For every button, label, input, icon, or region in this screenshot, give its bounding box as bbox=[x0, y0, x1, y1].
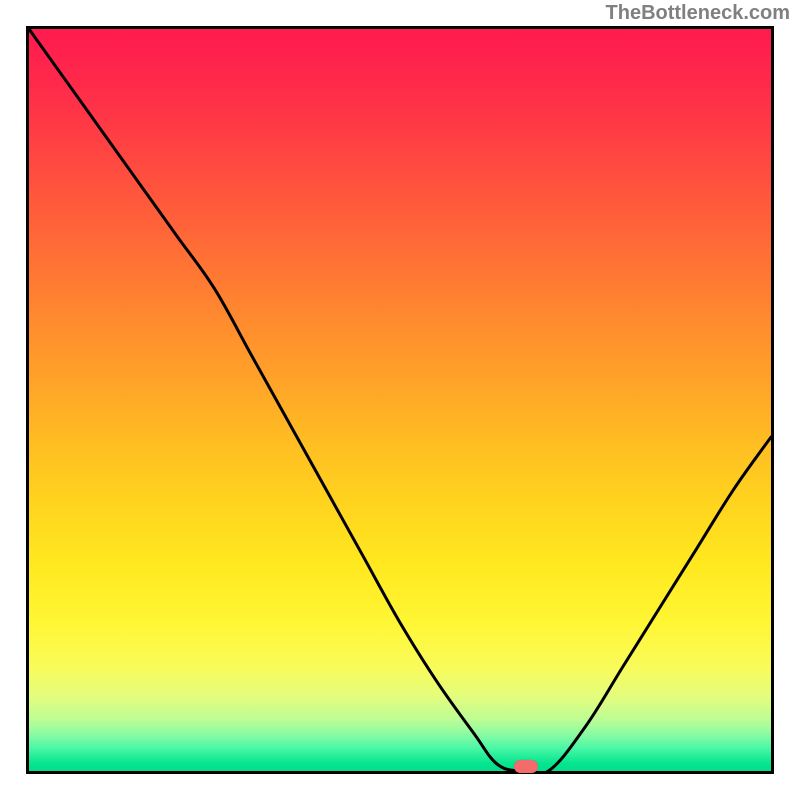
watermark-text: TheBottleneck.com bbox=[606, 2, 790, 25]
chart-container: TheBottleneck.com bbox=[0, 0, 800, 800]
plot-frame bbox=[26, 26, 774, 774]
optimal-marker bbox=[514, 760, 538, 773]
curve-svg bbox=[29, 29, 771, 771]
bottleneck-curve bbox=[29, 29, 771, 771]
